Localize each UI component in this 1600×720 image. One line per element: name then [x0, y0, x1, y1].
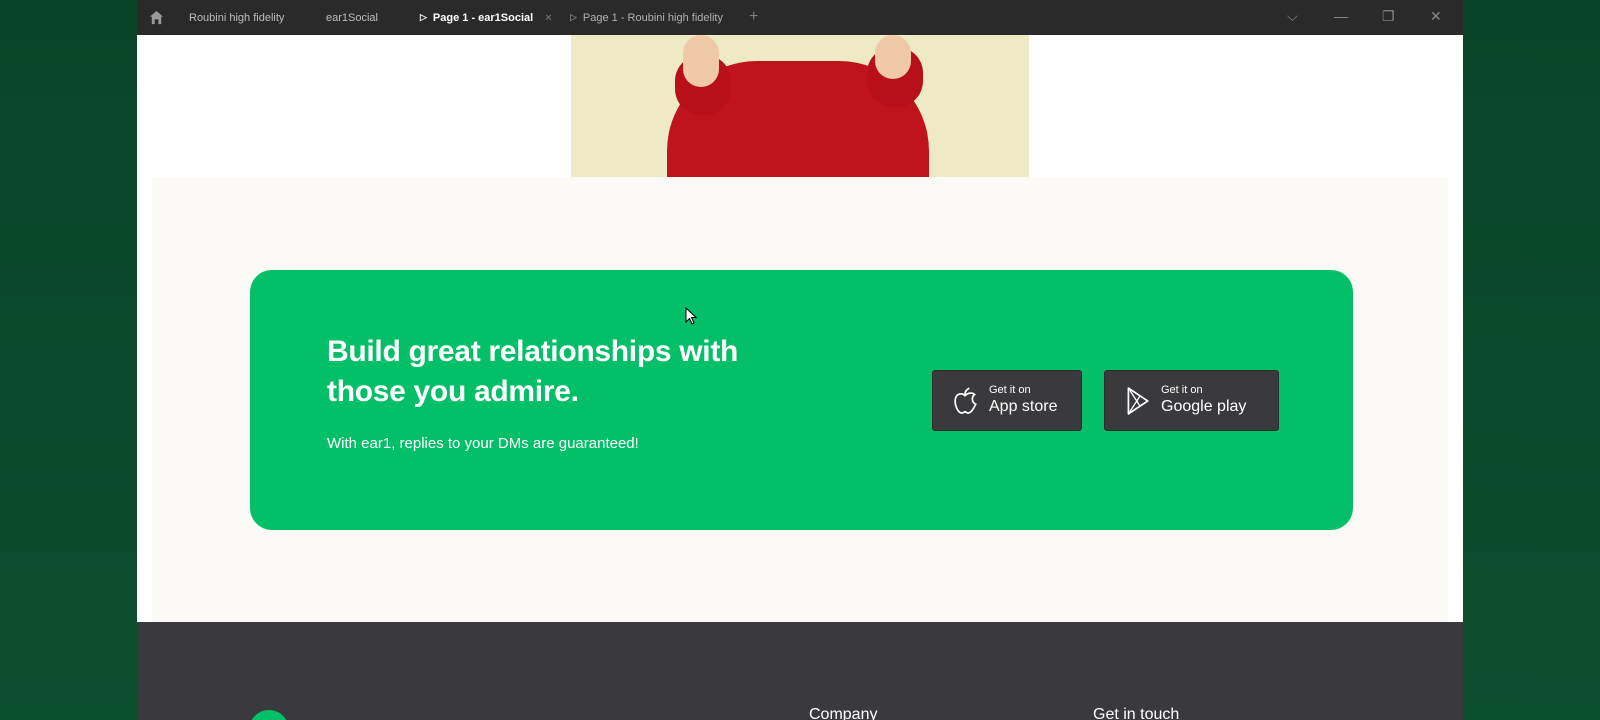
cta-heading: Build great relationships with those you… — [327, 335, 739, 408]
tab-page1-ear1social[interactable]: ▷ Page 1 - ear1Social × — [420, 0, 552, 35]
cta-subtext: With ear1, replies to your DMs are guara… — [327, 435, 639, 452]
tab-label: ear1Social — [326, 11, 378, 24]
title-bar: Roubini high fidelity ear1Social ▷ Page … — [137, 0, 1463, 35]
restore-icon[interactable]: ❐ — [1382, 8, 1395, 25]
home-icon[interactable] — [149, 10, 164, 25]
footer: Company Get in touch — [137, 622, 1463, 720]
play-icon: ▷ — [570, 12, 577, 22]
person-hand-left — [683, 35, 719, 87]
footer-logo[interactable] — [249, 710, 289, 720]
store-small-label: Get it on — [1161, 384, 1203, 396]
tab-label: Page 1 - Roubini high fidelity — [582, 11, 723, 24]
tab-ear1social[interactable]: ear1Social — [326, 0, 378, 35]
google-play-icon — [1127, 386, 1149, 415]
tab-roubini-high-fidelity[interactable]: Roubini high fidelity — [189, 0, 284, 35]
close-icon[interactable]: × — [545, 12, 551, 24]
play-icon: ▷ — [420, 12, 427, 22]
chevron-down-icon[interactable]: ⌵ — [1287, 8, 1298, 25]
hero-image — [571, 35, 1029, 177]
google-play-button[interactable]: Get it on Google play — [1104, 370, 1279, 431]
desktop-background-left — [0, 0, 137, 720]
person-hand-right — [875, 35, 911, 79]
store-small-label: Get it on — [989, 384, 1031, 396]
mouse-cursor-icon — [685, 307, 697, 325]
store-big-label: App store — [989, 398, 1058, 415]
cta-banner: Build great relationships with those you… — [250, 270, 1353, 530]
footer-company-heading: Company — [809, 706, 878, 720]
app-store-button[interactable]: Get it on App store — [932, 370, 1082, 431]
tab-label: Roubini high fidelity — [189, 11, 285, 24]
minimize-icon[interactable]: — — [1334, 8, 1348, 24]
desktop-background-right — [1463, 0, 1600, 720]
tab-page1-roubini[interactable]: ▷ Page 1 - Roubini high fidelity — [570, 0, 723, 35]
footer-contact-heading: Get in touch — [1093, 706, 1180, 720]
store-big-label: Google play — [1161, 398, 1247, 415]
tab-label: Page 1 - ear1Social — [432, 11, 534, 24]
window-close-icon[interactable]: ✕ — [1430, 8, 1442, 25]
plus-icon[interactable]: + — [749, 8, 758, 26]
apple-icon — [954, 386, 977, 414]
